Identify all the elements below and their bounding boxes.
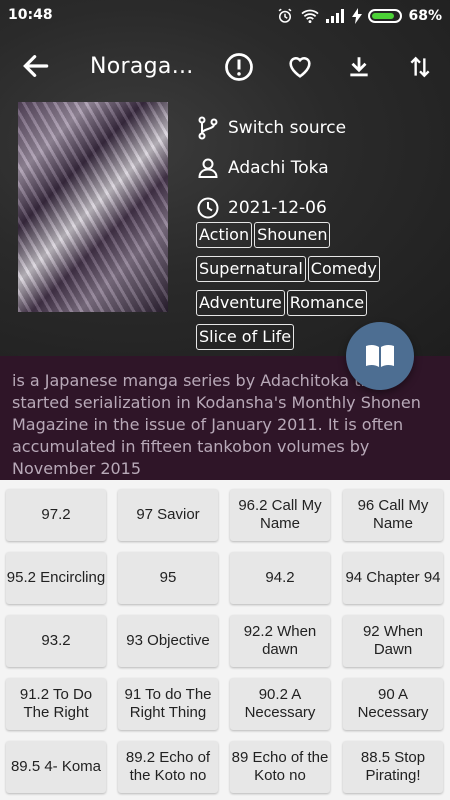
genre-tag[interactable]: Slice of Life <box>196 324 295 350</box>
status-bar: 10:48 68% <box>0 0 450 32</box>
chapter-button[interactable]: 97.2 <box>6 489 106 541</box>
manga-info: Switch source Adachi Toka 2021-12-06 <box>196 108 346 228</box>
chapter-button[interactable]: 91.2 To Do The Right <box>6 678 106 730</box>
chapter-button[interactable]: 95.2 Encircling <box>6 552 106 604</box>
chapter-button[interactable]: 89.5 4- Koma <box>6 741 106 793</box>
chapter-button[interactable]: 94.2 <box>230 552 330 604</box>
chapter-button[interactable]: 89 Echo of the Koto no <box>230 741 330 793</box>
chapter-button[interactable]: 96.2 Call My Name <box>230 489 330 541</box>
page-title: Noraga... <box>90 54 194 79</box>
report-button[interactable] <box>224 52 254 82</box>
switch-source-button[interactable]: Switch source <box>196 108 346 148</box>
sort-button[interactable] <box>405 52 435 82</box>
battery-icon <box>368 9 403 23</box>
read-button[interactable] <box>346 322 414 390</box>
alert-icon <box>225 53 253 81</box>
genre-tags: Action Shounen Supernatural Comedy Adventu… <box>196 222 446 356</box>
clock-icon <box>197 197 219 219</box>
battery-percent: 68% <box>408 8 442 24</box>
update-date: 2021-12-06 <box>228 198 327 218</box>
charging-icon <box>352 8 363 24</box>
manga-cover-image <box>18 102 168 312</box>
back-button[interactable] <box>20 50 52 82</box>
chapter-button[interactable]: 93 Objective <box>118 615 218 667</box>
chapter-button[interactable]: 91 To do The Right Thing <box>118 678 218 730</box>
chapter-button[interactable]: 94 Chapter 94 <box>343 552 443 604</box>
genre-tag[interactable]: Adventure <box>196 290 285 316</box>
favorite-button[interactable] <box>285 52 315 82</box>
heart-icon <box>289 57 311 78</box>
toolbar: Noraga... <box>0 40 450 96</box>
genre-tag[interactable]: Shounen <box>254 222 331 248</box>
wifi-icon <box>301 9 320 24</box>
genre-tag[interactable]: Supernatural <box>196 256 306 282</box>
chapter-button[interactable]: 89.2 Echo of the Koto no <box>118 741 218 793</box>
download-button[interactable] <box>344 52 374 82</box>
genre-tag[interactable]: Romance <box>286 290 368 316</box>
status-time: 10:48 <box>8 7 53 23</box>
chapter-button[interactable]: 97 Savior <box>118 489 218 541</box>
author-name: Adachi Toka <box>228 158 329 178</box>
genre-tag[interactable]: Comedy <box>307 256 380 282</box>
chapter-list: 97.2 97 Savior 96.2 Call My Name 96 Call… <box>0 480 450 800</box>
arrow-back-icon <box>23 55 49 77</box>
download-icon <box>350 57 368 77</box>
alarm-icon <box>279 8 292 23</box>
manga-header: 10:48 68% Noraga... Switch source Adachi… <box>0 0 450 356</box>
chapter-button[interactable]: 90.2 A Necessary <box>230 678 330 730</box>
book-open-icon <box>366 344 394 367</box>
chapter-button[interactable]: 92.2 When dawn <box>230 615 330 667</box>
chapter-button[interactable]: 88.5 Stop Pirating! <box>343 741 443 793</box>
chapter-button[interactable]: 92 When Dawn <box>343 615 443 667</box>
switch-source-label: Switch source <box>228 118 347 138</box>
signal-icon <box>326 9 345 23</box>
genre-tag[interactable]: Action <box>196 222 253 248</box>
chapter-button[interactable]: 95 <box>118 552 218 604</box>
author-row: Adachi Toka <box>196 148 346 188</box>
status-icons: 68% <box>276 7 442 25</box>
sort-icon <box>410 56 430 78</box>
chapter-button[interactable]: 96 Call My Name <box>343 489 443 541</box>
chapter-button[interactable]: 93.2 <box>6 615 106 667</box>
chapter-button[interactable]: 90 A Necessary <box>343 678 443 730</box>
person-icon <box>198 158 218 178</box>
source-branch-icon <box>198 116 218 140</box>
